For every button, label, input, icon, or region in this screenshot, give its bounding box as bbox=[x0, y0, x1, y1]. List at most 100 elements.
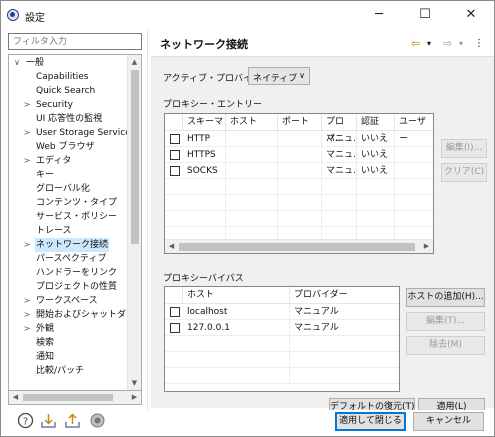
cell-user bbox=[395, 211, 433, 227]
pane-splitter[interactable] bbox=[147, 30, 148, 410]
active-provider-select[interactable]: ネイティブ ∨ bbox=[248, 67, 310, 85]
tree-item-label: Security bbox=[36, 100, 73, 110]
tree-item-label: Capabilities bbox=[36, 72, 89, 82]
export-icon[interactable] bbox=[64, 412, 81, 429]
minimize-button[interactable]: ─ bbox=[356, 1, 402, 30]
bypass-enable-checkbox[interactable] bbox=[170, 307, 180, 317]
column-header-host[interactable]: ホスト bbox=[183, 287, 290, 304]
svg-text:?: ? bbox=[23, 416, 28, 427]
tree-collapsed-chevron-icon[interactable]: > bbox=[22, 154, 32, 168]
add-host-button[interactable]: ホストの追加(H)... bbox=[406, 288, 485, 307]
tree-vertical-scrollbar[interactable]: ▲ ▼ bbox=[127, 55, 141, 390]
tree-item-label: 比較/パッチ bbox=[36, 366, 85, 376]
proxy-clear-button[interactable]: クリア(C) bbox=[441, 163, 487, 182]
proxy-enable-checkbox[interactable] bbox=[170, 166, 180, 176]
tree-item-label: 検索 bbox=[36, 338, 55, 348]
filter-input[interactable] bbox=[8, 33, 142, 50]
forward-menu-chevron-icon[interactable]: ▾ bbox=[459, 39, 463, 48]
cell-scheme: HTTP bbox=[183, 131, 226, 147]
cell-auth: いいえ bbox=[357, 163, 395, 179]
tree-item-label: サービス・ポリシー bbox=[36, 212, 118, 222]
tree-collapsed-chevron-icon[interactable]: > bbox=[22, 98, 32, 112]
column-header-host[interactable]: ホスト bbox=[226, 114, 278, 131]
scroll-up-icon[interactable]: ▲ bbox=[128, 55, 141, 69]
scroll-right-icon[interactable]: ▶ bbox=[420, 240, 433, 253]
tree-expanded-chevron-icon[interactable]: ∨ bbox=[12, 56, 22, 70]
cell-scheme bbox=[183, 179, 226, 195]
tree-item-label: User Storage Service bbox=[36, 128, 131, 138]
tree-collapsed-chevron-icon[interactable]: > bbox=[22, 294, 32, 308]
tree-item-label: プロジェクトの性質 bbox=[36, 282, 118, 292]
bypass-edit-button[interactable]: 編集(T)... bbox=[406, 312, 485, 331]
tree-item-label: Quick Search bbox=[36, 86, 96, 96]
scroll-thumb[interactable] bbox=[179, 243, 415, 251]
tree-collapsed-chevron-icon[interactable]: > bbox=[22, 126, 32, 140]
apply-and-close-button[interactable]: 適用して閉じる bbox=[335, 412, 406, 431]
forward-arrow-icon[interactable]: ⇨ bbox=[443, 37, 452, 50]
proxy-bypass-label: プロキシーバイパス bbox=[163, 274, 244, 284]
oomph-preferences-icon[interactable] bbox=[89, 412, 106, 429]
page-header: ネットワーク接続 ⇦ ▾ ⇨ ▾ ⋮ bbox=[151, 30, 494, 56]
cell-host bbox=[226, 147, 278, 163]
tree-item-label: ワークスペース bbox=[36, 296, 98, 306]
maximize-button[interactable]: ☐ bbox=[402, 1, 448, 30]
cell-provider bbox=[322, 195, 357, 211]
cell-provider bbox=[290, 352, 399, 368]
preference-tree: ∨ 一般 Capabilities Quick Search > Security UI 応… bbox=[8, 54, 142, 391]
back-menu-chevron-icon[interactable]: ▾ bbox=[427, 39, 431, 48]
tree-item-label: パースペクティブ bbox=[36, 254, 107, 264]
scroll-thumb[interactable] bbox=[23, 394, 113, 401]
table-row[interactable]: localhost マニュアル bbox=[165, 304, 399, 320]
table-row[interactable]: 127.0.0.1 マニュアル bbox=[165, 320, 399, 336]
column-header-port[interactable]: ポート bbox=[278, 114, 322, 131]
cell-host bbox=[226, 195, 278, 211]
bypass-enable-checkbox[interactable] bbox=[170, 323, 180, 333]
proxy-table-horizontal-scrollbar[interactable]: ◀ ▶ bbox=[165, 239, 433, 253]
scroll-thumb[interactable] bbox=[131, 70, 139, 244]
proxy-entries-table[interactable]: スキーマ ホスト ポート プロバ... 認証 ユーザー HTTP マニュ...いい… bbox=[164, 113, 434, 254]
table-row[interactable]: HTTPS マニュ...いいえ bbox=[165, 147, 433, 163]
tree-collapsed-chevron-icon[interactable]: > bbox=[22, 238, 32, 252]
cell-port bbox=[278, 179, 322, 195]
column-header-checkbox bbox=[165, 287, 183, 304]
proxy-enable-checkbox[interactable] bbox=[170, 150, 180, 160]
cell-provider: マニュ... bbox=[322, 147, 357, 163]
view-menu-icon[interactable]: ⋮ bbox=[474, 38, 484, 49]
cell-auth: いいえ bbox=[357, 147, 395, 163]
remove-host-button[interactable]: 除去(M) bbox=[406, 336, 485, 355]
tree-collapsed-chevron-icon[interactable]: > bbox=[22, 308, 32, 322]
column-header-checkbox bbox=[165, 114, 183, 131]
proxy-edit-button[interactable]: 編集(I)... bbox=[441, 139, 487, 158]
help-icon[interactable]: ? bbox=[17, 412, 34, 429]
proxy-bypass-table[interactable]: ホスト プロバイダー localhost マニュアル 127.0.0.1 マニュアル bbox=[164, 286, 400, 392]
column-header-provider[interactable]: プロバイダー bbox=[290, 287, 399, 304]
close-button[interactable]: ✕ bbox=[448, 1, 494, 30]
tree-collapsed-chevron-icon[interactable]: > bbox=[22, 322, 32, 336]
scroll-left-icon[interactable]: ◀ bbox=[165, 240, 178, 253]
import-icon[interactable] bbox=[40, 412, 57, 429]
cell-provider bbox=[290, 368, 399, 384]
cancel-button[interactable]: キャンセル bbox=[413, 412, 484, 431]
table-row-empty bbox=[165, 211, 433, 227]
back-arrow-icon[interactable]: ⇦ bbox=[411, 37, 420, 50]
table-row[interactable]: HTTP マニュ...いいえ bbox=[165, 131, 433, 147]
cell-user bbox=[395, 131, 433, 147]
proxy-enable-checkbox[interactable] bbox=[170, 134, 180, 144]
tree-horizontal-scrollbar[interactable]: ◀ ▶ bbox=[8, 391, 142, 405]
cell-host: localhost bbox=[183, 304, 290, 320]
cell-auth bbox=[357, 179, 395, 195]
cell-host bbox=[226, 163, 278, 179]
column-header-provider[interactable]: プロバ... bbox=[322, 114, 357, 144]
scroll-down-icon[interactable]: ▼ bbox=[128, 376, 141, 390]
column-header-auth[interactable]: 認証 bbox=[357, 114, 395, 131]
scroll-left-icon[interactable]: ◀ bbox=[9, 391, 22, 404]
column-header-scheme[interactable]: スキーマ bbox=[183, 114, 226, 131]
tree-item-label: UI 応答性の監視 bbox=[36, 114, 103, 124]
cell-host bbox=[226, 131, 278, 147]
cell-provider: マニュアル bbox=[290, 320, 399, 336]
tree-item-label: 開始およびシャットダウン bbox=[36, 310, 142, 320]
column-header-user[interactable]: ユーザー bbox=[395, 114, 433, 144]
active-provider-value: ネイティブ bbox=[253, 74, 298, 84]
table-row[interactable]: SOCKS マニュ...いいえ bbox=[165, 163, 433, 179]
scroll-right-icon[interactable]: ▶ bbox=[128, 391, 141, 404]
